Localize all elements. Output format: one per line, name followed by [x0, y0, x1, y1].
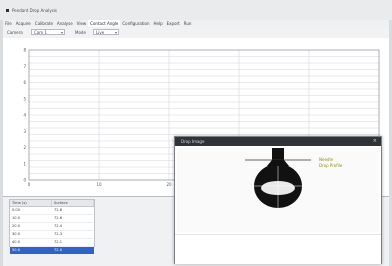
drop-image — [245, 148, 311, 208]
menu-bar: File Acquire Calibrate Analyse View Cont… — [3, 20, 389, 27]
close-icon[interactable]: × — [373, 138, 377, 145]
y-tick-label: 3 — [23, 129, 26, 134]
menu-item-acquire[interactable]: Acquire — [14, 20, 33, 27]
table-cell: 72.4 — [54, 224, 63, 228]
mode-select-value: Live — [96, 30, 105, 35]
title-bar: Pendant Drop Analysis — [0, 0, 392, 20]
mode-label: Mode — [75, 30, 86, 35]
table-row[interactable]: 40.0 72.1 — [10, 239, 94, 247]
table-cell: 30.0 — [12, 232, 21, 236]
viewer-title: Drop Image — [181, 139, 205, 144]
camera-select-value: Cam 1 — [34, 30, 47, 35]
y-tick-label: 8 — [23, 48, 26, 53]
menu-item-contact-angle[interactable]: Contact Angle — [88, 20, 121, 27]
table-row-selected[interactable]: 50.0 72.0 — [10, 247, 94, 255]
menu-item-file[interactable]: File — [3, 20, 14, 27]
table-row[interactable]: 10.0 72.6 — [10, 215, 94, 223]
table-cell: 72.0 — [54, 248, 63, 252]
table-cell: 72.1 — [54, 240, 63, 244]
table-header: Time (s) Surface — [10, 200, 94, 207]
drop-image-window[interactable]: Drop Image × Needle Drop Profile — [174, 136, 382, 264]
mode-select[interactable]: Live ▾ — [93, 29, 119, 35]
y-tick-label: 1 — [23, 161, 26, 166]
camera-label: Camera — [7, 30, 23, 35]
x-tick-label: 0 — [28, 182, 31, 187]
app-icon — [6, 9, 9, 12]
y-tick-label: 7 — [23, 64, 26, 69]
table-cell: 72.3 — [54, 232, 63, 236]
table-cell: 20.0 — [12, 224, 21, 228]
x-tick-label: 10 — [96, 182, 102, 187]
menu-item-analyse[interactable]: Analyse — [55, 20, 75, 27]
table-row[interactable]: 0.00 72.8 — [10, 207, 94, 215]
camera-select[interactable]: Cam 1 ▾ — [31, 29, 65, 35]
menu-item-calibrate[interactable]: Calibrate — [33, 20, 55, 27]
drop-image-canvas: Needle Drop Profile — [177, 148, 379, 232]
x-tick-label: 20 — [166, 182, 172, 187]
y-tick-label: 6 — [23, 80, 26, 85]
table-cell: 0.00 — [12, 208, 21, 212]
table-cell: 50.0 — [12, 248, 21, 252]
menu-item-export[interactable]: Export — [165, 20, 182, 27]
y-tick-label: 0 — [23, 178, 26, 183]
menu-item-configuration[interactable]: Configuration — [120, 20, 151, 27]
menu-item-help[interactable]: Help — [152, 20, 165, 27]
table-row[interactable]: 30.0 72.3 — [10, 231, 94, 239]
table-cell: 72.8 — [54, 208, 63, 212]
table-cell: 40.0 — [12, 240, 21, 244]
needle-shape — [272, 148, 284, 160]
menu-item-view[interactable]: View — [75, 20, 89, 27]
column-header-time[interactable]: Time (s) — [10, 200, 52, 206]
viewer-footer — [175, 234, 381, 264]
viewer-title-bar[interactable]: Drop Image × — [175, 137, 381, 146]
chevron-down-icon: ▾ — [114, 30, 117, 35]
column-header-surface[interactable]: Surface — [52, 200, 94, 206]
results-table: Time (s) Surface 0.00 72.8 10.0 72.6 20.… — [9, 199, 95, 255]
y-tick-label: 5 — [23, 96, 26, 101]
table-cell: 72.6 — [54, 216, 63, 220]
table-row[interactable]: 20.0 72.4 — [10, 223, 94, 231]
y-tick-label: 2 — [23, 145, 26, 150]
menu-item-run[interactable]: Run — [182, 20, 194, 27]
needle-label: Needle — [319, 157, 334, 162]
table-cell: 10.0 — [12, 216, 21, 220]
chevron-down-icon: ▾ — [60, 30, 63, 35]
profile-label: Drop Profile — [319, 163, 343, 168]
y-tick-label: 4 — [23, 113, 26, 118]
app-title: Pendant Drop Analysis — [12, 8, 58, 13]
